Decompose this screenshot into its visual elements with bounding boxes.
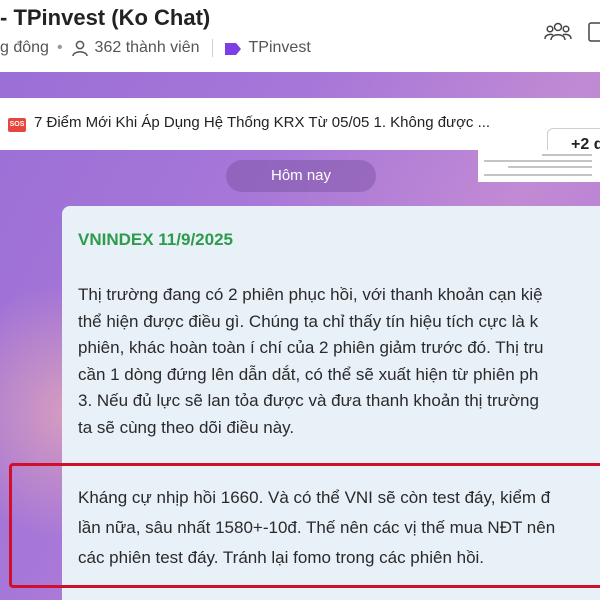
- chat-header: - TPinvest (Ko Chat) g đông • 362 thành …: [0, 0, 600, 72]
- highlight-box: [9, 463, 600, 588]
- message-line: ta sẽ cùng theo dõi điều này.: [78, 417, 295, 437]
- pinned-message-bar[interactable]: SOS 7 Điểm Mới Khi Áp Dụng Hệ Thống KRX …: [0, 98, 600, 162]
- members-icon[interactable]: [71, 39, 89, 57]
- message-line: Thị trường đang có 2 phiên phục hồi, với…: [78, 285, 543, 304]
- group-meta: g đông • 362 thành viên TPinvest: [0, 39, 311, 57]
- date-separator: Hôm nay: [226, 160, 376, 192]
- add-member-icon[interactable]: [544, 20, 572, 49]
- chat-area[interactable]: SOS 7 Điểm Mới Khi Áp Dụng Hệ Thống KRX …: [0, 72, 600, 600]
- tag-icon: [224, 42, 241, 55]
- message-line: 3. Nếu đủ lực sẽ lan tỏa được và đưa tha…: [78, 391, 539, 410]
- meta-dot: •: [56, 39, 63, 56]
- message-line: cần 1 dòng đứng lên dẫn dắt, có thể sẽ x…: [78, 364, 539, 384]
- message-paragraph-1: Thị trường đang có 2 phiên phục hồi, với…: [78, 282, 600, 441]
- meta-divider: [211, 39, 213, 57]
- layout-icon[interactable]: [588, 20, 600, 49]
- group-title: - TPinvest (Ko Chat): [0, 5, 211, 30]
- group-tag[interactable]: TPinvest: [249, 39, 311, 57]
- group-status: g đông: [0, 39, 49, 56]
- member-count[interactable]: 362 thành viên: [95, 39, 200, 57]
- pinned-message-text[interactable]: 7 Điểm Mới Khi Áp Dụng Hệ Thống KRX Từ 0…: [34, 114, 529, 131]
- message-line: phiên, khác hoàn toàn í chí của 2 phiên …: [78, 338, 544, 357]
- message-line: thể hiện được điều gì. Chúng ta chỉ thấy…: [78, 311, 539, 331]
- message-title: VNINDEX 11/9/2025: [78, 230, 233, 249]
- sos-icon: SOS: [8, 118, 26, 132]
- document-thumbnail[interactable]: [478, 150, 600, 182]
